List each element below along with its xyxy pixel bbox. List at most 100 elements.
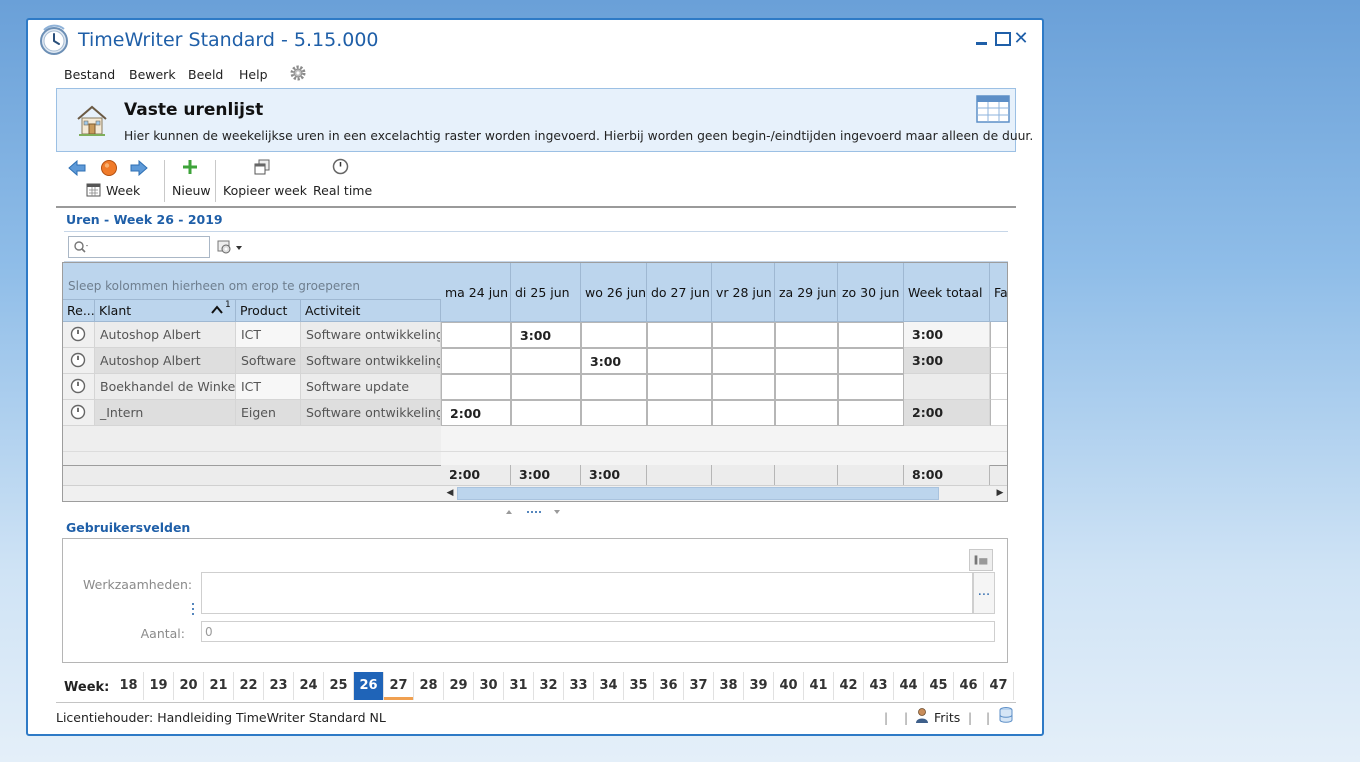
week-button-39[interactable]: 39 <box>744 672 774 700</box>
stopwatch-icon[interactable] <box>332 158 349 175</box>
cell-activiteit[interactable]: Software ontwikkeling <box>301 400 441 426</box>
week-button-33[interactable]: 33 <box>564 672 594 700</box>
cell-day-hours[interactable] <box>775 348 838 374</box>
cell-day-hours[interactable] <box>647 400 712 426</box>
arrow-left-icon[interactable] <box>68 160 86 176</box>
arrow-right-icon[interactable] <box>130 160 148 176</box>
cell-product[interactable]: Software <box>236 348 301 374</box>
search-input[interactable] <box>68 236 210 258</box>
cell-day-hours[interactable]: 3:00 <box>581 348 647 374</box>
column-header-week-total[interactable]: Week totaal <box>904 263 990 322</box>
week-button-29[interactable]: 29 <box>444 672 474 700</box>
week-button-45[interactable]: 45 <box>924 672 954 700</box>
week-button-26[interactable]: 26 <box>354 672 384 700</box>
new-button[interactable]: Nieuw <box>172 183 211 198</box>
week-button-32[interactable]: 32 <box>534 672 564 700</box>
week-button-42[interactable]: 42 <box>834 672 864 700</box>
minimize-button[interactable] <box>972 30 990 48</box>
menu-bewerk[interactable]: Bewerk <box>129 67 176 82</box>
column-header-product[interactable]: Product <box>236 300 301 322</box>
week-button-41[interactable]: 41 <box>804 672 834 700</box>
filter-settings-icon[interactable] <box>216 238 246 256</box>
cell-product[interactable]: ICT <box>236 374 301 400</box>
week-button-30[interactable]: 30 <box>474 672 504 700</box>
week-button-27[interactable]: 27 <box>384 672 414 700</box>
gear-icon[interactable] <box>290 65 306 81</box>
cell-klant[interactable]: Boekhandel de Winkel <box>95 374 236 400</box>
column-header-activiteit[interactable]: Activiteit <box>301 300 441 322</box>
week-button-18[interactable]: 18 <box>114 672 144 700</box>
week-button-21[interactable]: 21 <box>204 672 234 700</box>
cell-activiteit[interactable]: Software update <box>301 374 441 400</box>
cell-day-hours[interactable] <box>712 400 775 426</box>
scroll-left-icon[interactable]: ◀ <box>443 486 457 501</box>
column-header-re[interactable]: Re... <box>63 300 95 322</box>
row-realtime-cell[interactable] <box>63 322 95 348</box>
week-button-31[interactable]: 31 <box>504 672 534 700</box>
week-button-35[interactable]: 35 <box>624 672 654 700</box>
cell-product[interactable]: ICT <box>236 322 301 348</box>
cell-day-hours[interactable] <box>441 322 511 348</box>
cell-fa[interactable] <box>990 400 1007 426</box>
week-button-34[interactable]: 34 <box>594 672 624 700</box>
week-button-40[interactable]: 40 <box>774 672 804 700</box>
scroll-right-icon[interactable]: ▶ <box>993 486 1007 501</box>
layout-tool-icon[interactable] <box>969 549 993 571</box>
cell-klant[interactable]: Autoshop Albert <box>95 322 236 348</box>
cell-day-hours[interactable] <box>838 400 904 426</box>
cell-product[interactable]: Eigen <box>236 400 301 426</box>
week-button-23[interactable]: 23 <box>264 672 294 700</box>
cell-day-hours[interactable] <box>581 374 647 400</box>
cell-day-hours[interactable] <box>511 348 581 374</box>
copy-calendar-icon[interactable] <box>254 159 270 175</box>
cell-day-hours[interactable] <box>838 374 904 400</box>
week-button-25[interactable]: 25 <box>324 672 354 700</box>
cell-day-hours[interactable] <box>775 374 838 400</box>
week-button-38[interactable]: 38 <box>714 672 744 700</box>
group-by-panel[interactable]: Sleep kolommen hierheen om erop te groep… <box>63 263 441 300</box>
werkzaamheden-more-button[interactable]: ... <box>973 572 995 614</box>
menu-help[interactable]: Help <box>239 67 268 82</box>
column-header-day[interactable]: za 29 jun <box>775 263 838 322</box>
cell-day-hours[interactable] <box>712 374 775 400</box>
drag-grip-icon[interactable] <box>191 601 195 617</box>
cell-day-hours[interactable] <box>712 322 775 348</box>
cell-day-hours[interactable] <box>647 322 712 348</box>
cell-day-hours[interactable] <box>775 322 838 348</box>
current-user[interactable]: Frits <box>934 710 960 725</box>
week-button-19[interactable]: 19 <box>144 672 174 700</box>
column-header-day[interactable]: vr 28 jun <box>712 263 775 322</box>
week-button-37[interactable]: 37 <box>684 672 714 700</box>
today-dot-icon[interactable] <box>100 159 118 177</box>
cell-klant[interactable]: Autoshop Albert <box>95 348 236 374</box>
column-header-day[interactable]: ma 24 jun <box>441 263 511 322</box>
plus-icon[interactable] <box>182 159 198 175</box>
database-icon[interactable] <box>998 706 1014 724</box>
cell-day-hours[interactable] <box>838 348 904 374</box>
week-button-46[interactable]: 46 <box>954 672 984 700</box>
cell-day-hours[interactable] <box>581 400 647 426</box>
real-time-button[interactable]: Real time <box>313 183 372 198</box>
cell-day-hours[interactable] <box>647 348 712 374</box>
week-button-20[interactable]: 20 <box>174 672 204 700</box>
week-button-43[interactable]: 43 <box>864 672 894 700</box>
scrollbar-thumb[interactable] <box>457 487 939 500</box>
cell-day-hours[interactable] <box>441 374 511 400</box>
week-button-44[interactable]: 44 <box>894 672 924 700</box>
week-button-47[interactable]: 47 <box>984 672 1014 700</box>
cell-day-hours[interactable] <box>441 348 511 374</box>
row-realtime-cell[interactable] <box>63 374 95 400</box>
aantal-field[interactable]: 0 <box>201 621 995 642</box>
menu-bestand[interactable]: Bestand <box>64 67 115 82</box>
cell-fa[interactable] <box>990 348 1007 374</box>
column-header-fa[interactable]: Fa <box>990 263 1007 322</box>
werkzaamheden-field[interactable] <box>201 572 973 614</box>
column-header-day[interactable]: di 25 jun <box>511 263 581 322</box>
menu-beeld[interactable]: Beeld <box>188 67 223 82</box>
column-header-klant[interactable]: Klant 1 <box>95 300 236 322</box>
cell-fa[interactable] <box>990 374 1007 400</box>
splitter-handle[interactable] <box>498 506 568 518</box>
cell-klant[interactable]: _Intern <box>95 400 236 426</box>
cell-day-hours[interactable] <box>647 374 712 400</box>
cell-activiteit[interactable]: Software ontwikkeling <box>301 348 441 374</box>
